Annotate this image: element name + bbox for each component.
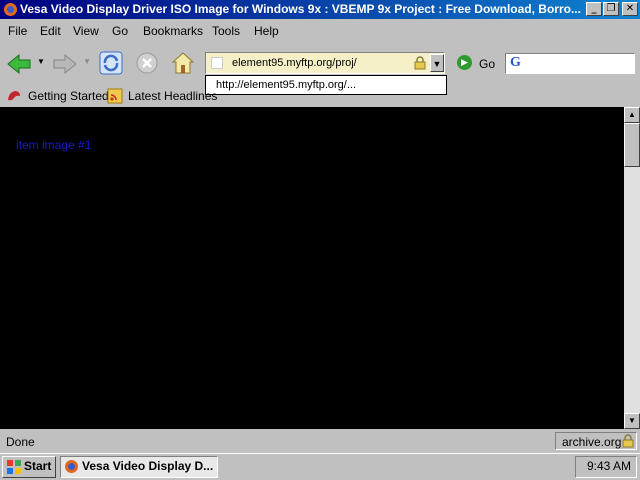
back-arrow-icon[interactable] <box>6 52 32 76</box>
lock-icon <box>414 56 426 70</box>
minimize-button[interactable]: _ <box>586 2 602 16</box>
taskbar-window-label[interactable]: Vesa Video Display D... <box>82 459 216 473</box>
rss-feed-icon <box>107 88 123 104</box>
item-image-placeholder[interactable]: item image #1 <box>16 138 91 152</box>
maximize-button[interactable]: ❐ <box>603 2 619 16</box>
scroll-thumb[interactable] <box>624 123 640 167</box>
address-dropdown-button[interactable]: ▼ <box>430 54 444 72</box>
forward-arrow-icon[interactable] <box>52 52 78 76</box>
title-bar: Vesa Video Display Driver ISO Image for … <box>0 0 640 19</box>
getting-started-icon <box>8 91 20 101</box>
scroll-up-button[interactable]: ▲ <box>624 107 640 123</box>
home-icon[interactable] <box>170 50 196 76</box>
window-title: Vesa Video Display Driver ISO Image for … <box>20 2 581 16</box>
menu-bar: File Edit View Go Bookmarks Tools Help <box>0 20 640 42</box>
reload-icon[interactable] <box>98 50 124 76</box>
menu-view[interactable]: View <box>73 24 99 38</box>
address-value[interactable]: element95.myftp.org/proj/ <box>232 57 357 69</box>
windows-logo-icon <box>7 460 21 474</box>
task-browser-icon <box>65 460 78 473</box>
status-text: Done <box>6 435 35 449</box>
menu-file[interactable]: File <box>8 24 27 38</box>
go-icon[interactable]: ▶ <box>457 55 472 70</box>
menu-tools[interactable]: Tools <box>212 24 240 38</box>
status-bar <box>0 430 640 452</box>
browser-icon <box>4 3 17 16</box>
back-dropdown-icon[interactable]: ▼ <box>37 57 45 66</box>
bookmark-getting-started[interactable]: Getting Started <box>28 89 109 103</box>
page-icon <box>211 57 223 69</box>
start-label[interactable]: Start <box>24 459 51 473</box>
page-content <box>0 107 624 429</box>
search-engine-icon[interactable]: G <box>510 55 526 71</box>
clock[interactable]: 9:43 AM <box>587 459 631 473</box>
menu-bookmarks[interactable]: Bookmarks <box>143 24 203 38</box>
stop-icon[interactable] <box>134 50 160 76</box>
menu-edit[interactable]: Edit <box>40 24 61 38</box>
close-button[interactable]: ✕ <box>622 2 638 16</box>
go-button[interactable]: Go <box>479 57 495 71</box>
bookmark-latest-headlines[interactable]: Latest Headlines <box>128 89 217 103</box>
status-site: archive.org <box>562 435 622 449</box>
forward-dropdown-icon[interactable]: ▼ <box>83 57 91 66</box>
menu-help[interactable]: Help <box>254 24 279 38</box>
scroll-down-button[interactable]: ▼ <box>624 413 640 429</box>
security-lock-icon[interactable] <box>622 434 634 448</box>
menu-go[interactable]: Go <box>112 24 128 38</box>
